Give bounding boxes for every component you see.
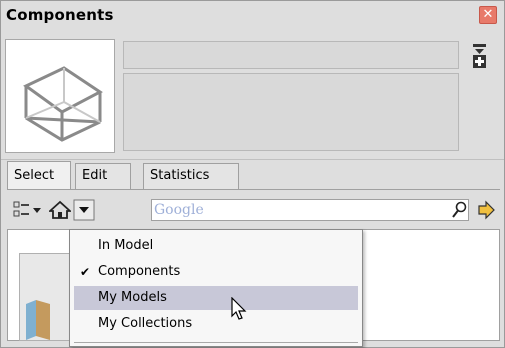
location-dropdown-menu: In Model ✔ Components My Models My Colle… xyxy=(69,229,363,347)
components-window: Components ✕ Select Edit Statistics Goog… xyxy=(0,0,505,348)
menu-item-my-models[interactable]: My Models xyxy=(74,286,358,310)
title-bar: Components ✕ xyxy=(1,1,504,29)
details-button[interactable] xyxy=(471,43,488,69)
component-thumbnail xyxy=(5,39,115,153)
forward-button[interactable] xyxy=(476,200,496,224)
dropdown-arrow-icon xyxy=(73,199,95,221)
menu-item-in-model[interactable]: In Model xyxy=(74,234,358,258)
window-title: Components xyxy=(6,6,114,24)
close-icon: ✕ xyxy=(482,7,494,22)
tab-edit[interactable]: Edit xyxy=(75,163,131,189)
home-icon xyxy=(47,200,73,219)
panel-divider xyxy=(1,159,504,160)
search-input[interactable]: Google xyxy=(151,199,469,221)
search-placeholder: Google xyxy=(154,202,204,218)
cube-icon xyxy=(23,66,103,142)
tab-select[interactable]: Select xyxy=(7,161,71,189)
component-name-field[interactable] xyxy=(123,41,459,69)
search-icon xyxy=(452,201,467,218)
details-icon xyxy=(473,44,486,68)
search-button[interactable] xyxy=(451,201,467,223)
view-options-icon xyxy=(13,201,41,217)
component-description-field[interactable] xyxy=(123,73,459,151)
menu-item-components[interactable]: ✔ Components xyxy=(74,260,358,284)
menu-item-label: Components xyxy=(98,264,181,279)
checkmark-icon: ✔ xyxy=(79,265,91,279)
location-dropdown-button[interactable] xyxy=(73,199,95,225)
menu-item-my-collections[interactable]: My Collections xyxy=(74,312,358,336)
close-button[interactable]: ✕ xyxy=(479,6,497,24)
menu-item-label: My Collections xyxy=(98,316,193,331)
cursor-icon xyxy=(231,297,247,320)
menu-item-label: My Models xyxy=(98,290,167,305)
forward-icon xyxy=(478,200,495,220)
view-options-button[interactable] xyxy=(13,200,45,224)
menu-item-label: In Model xyxy=(98,238,154,253)
tab-underline xyxy=(7,189,500,190)
home-button[interactable] xyxy=(47,200,73,224)
menu-separator xyxy=(74,342,358,343)
tab-statistics[interactable]: Statistics xyxy=(143,163,239,189)
